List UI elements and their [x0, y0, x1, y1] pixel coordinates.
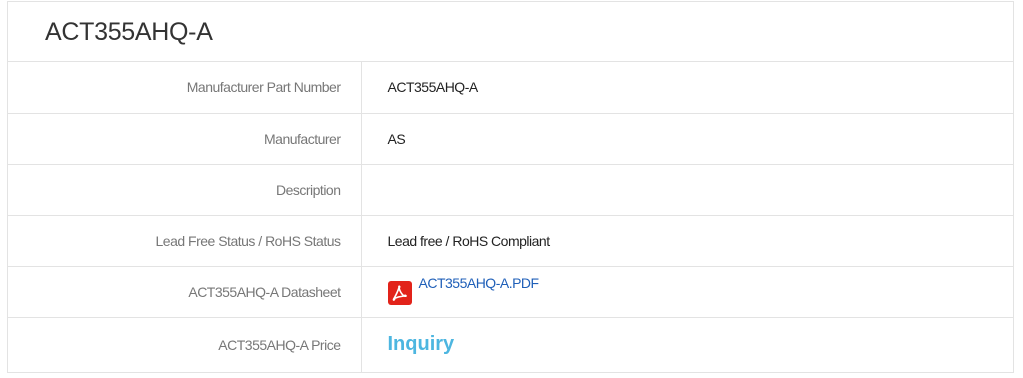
spec-label-part-number: Manufacturer Part Number: [8, 62, 362, 114]
spec-row-price: ACT355AHQ-A Price Inquiry: [8, 317, 1013, 372]
spec-label-price: ACT355AHQ-A Price: [8, 317, 362, 372]
spec-row-manufacturer: Manufacturer AS: [8, 113, 1013, 165]
spec-label-datasheet: ACT355AHQ-A Datasheet: [8, 266, 362, 318]
spec-value-price: Inquiry: [361, 317, 1013, 372]
pdf-icon[interactable]: [387, 280, 412, 305]
spec-label-rohs: Lead Free Status / RoHS Status: [8, 215, 362, 267]
spec-table: Manufacturer Part Number ACT355AHQ-A Man…: [8, 62, 1013, 372]
spec-value-manufacturer: AS: [361, 113, 1013, 165]
product-spec-panel: ACT355AHQ-A Manufacturer Part Number ACT…: [7, 1, 1014, 373]
datasheet-link[interactable]: ACT355AHQ-A.PDF: [419, 275, 540, 291]
datasheet-download[interactable]: ACT355AHQ-A.PDF: [387, 275, 539, 305]
spec-value-datasheet: ACT355AHQ-A.PDF: [361, 266, 1013, 318]
spec-row-part-number: Manufacturer Part Number ACT355AHQ-A: [8, 62, 1013, 114]
inquiry-link[interactable]: Inquiry: [388, 333, 455, 355]
spec-label-manufacturer: Manufacturer: [8, 113, 362, 165]
spec-value-rohs: Lead free / RoHS Compliant: [361, 215, 1013, 267]
spec-row-rohs: Lead Free Status / RoHS Status Lead free…: [8, 215, 1013, 267]
spec-row-description: Description: [8, 164, 1013, 216]
spec-value-part-number: ACT355AHQ-A: [361, 62, 1013, 114]
spec-value-description: [361, 164, 1013, 216]
product-title: ACT355AHQ-A: [8, 2, 1013, 62]
spec-row-datasheet: ACT355AHQ-A Datasheet ACT355AHQ-A.PDF: [8, 266, 1013, 318]
spec-label-description: Description: [8, 164, 362, 216]
